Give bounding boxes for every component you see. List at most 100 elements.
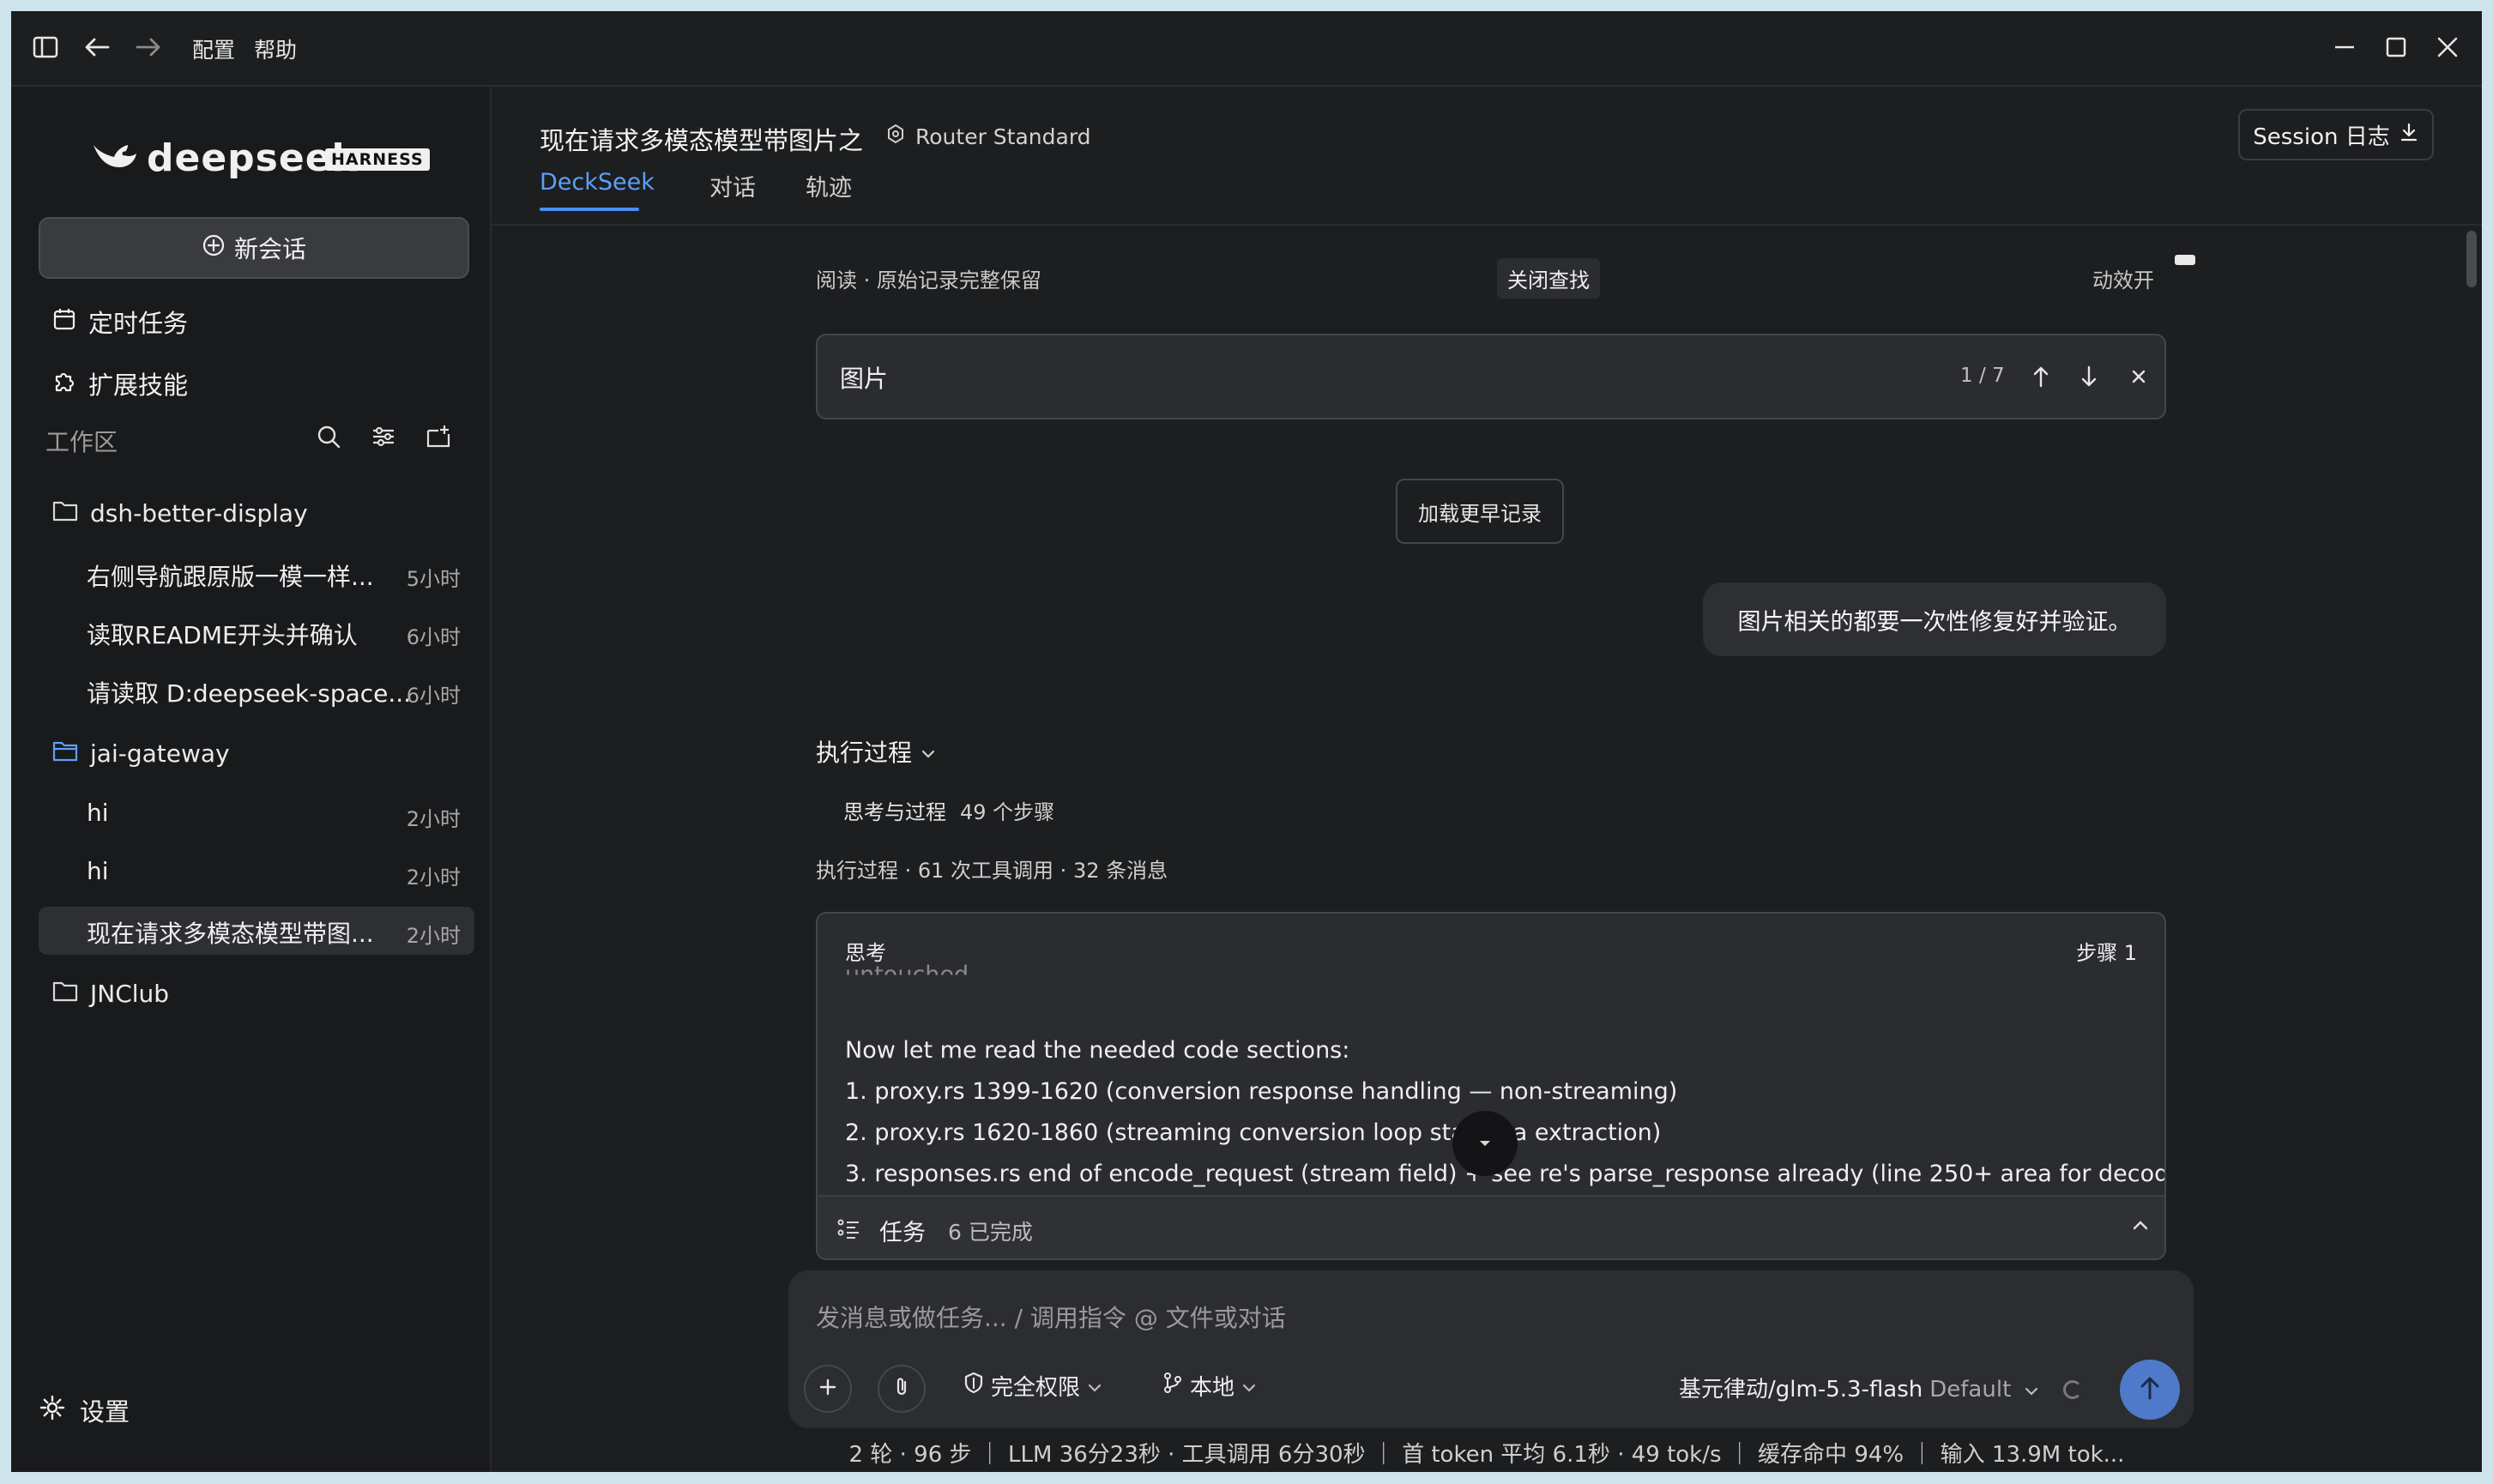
scrollbar-thumb[interactable]	[2466, 231, 2477, 287]
title-bar: 配置 帮助	[11, 11, 2482, 87]
session-item-active[interactable]: 现在请求多模态模型带图... 2小时	[39, 907, 474, 955]
arrow-up-icon[interactable]	[2024, 359, 2058, 394]
close-window-icon[interactable]	[2430, 30, 2465, 64]
thinking-card-label: 思考	[845, 941, 886, 965]
thinking-summary[interactable]: 思考与过程 49 个步骤	[843, 795, 1054, 825]
folder-name: jai-gateway	[90, 739, 230, 768]
back-arrow-icon[interactable]	[80, 30, 114, 64]
folder-open-icon	[52, 739, 78, 768]
user-message-bubble: 图片相关的都要一次性修复好并验证。	[1703, 582, 2166, 656]
forward-arrow-icon[interactable]	[131, 30, 166, 64]
task-list-icon	[836, 1216, 862, 1245]
session-title: 现在请求多模态模型带图...	[87, 920, 374, 948]
session-log-label: Session 日志	[2253, 124, 2390, 150]
message-composer: 完全权限 本地 基元律动/glm-5.3-flashDefault	[788, 1270, 2194, 1428]
new-chat-label: 新会话	[233, 235, 306, 263]
status-bar: 2 轮 · 96 步 ｜ LLM 36分23秒 · 工具调用 6分30秒 ｜ 首…	[848, 1442, 2125, 1468]
send-button[interactable]	[2120, 1360, 2180, 1420]
plus-circle-icon	[202, 233, 226, 263]
menu-help[interactable]: 帮助	[254, 33, 297, 64]
new-folder-icon[interactable]	[421, 419, 456, 454]
session-title: hi	[87, 857, 109, 885]
session-item[interactable]: 读取README开头并确认 6小时	[39, 608, 474, 656]
nav-skills[interactable]: 扩展技能	[52, 363, 188, 404]
execution-stats: 执行过程 · 61 次工具调用 · 32 条消息	[816, 859, 1168, 883]
plus-icon	[818, 1377, 838, 1401]
nav-skills-label: 扩展技能	[88, 371, 189, 400]
tasks-bar[interactable]: 任务 6 已完成	[818, 1195, 2164, 1258]
find-input[interactable]	[838, 359, 1888, 395]
whale-logo-icon	[90, 136, 138, 178]
find-match-count: 1 / 7	[1960, 365, 2005, 387]
folder-icon	[52, 980, 78, 1008]
faded-text: untouched.	[845, 962, 976, 988]
calendar-icon	[52, 307, 76, 337]
download-icon	[2399, 122, 2419, 148]
folder-icon	[52, 499, 78, 528]
session-time: 6小时	[406, 684, 461, 708]
folder-jnclub[interactable]: JNClub	[52, 974, 169, 1013]
model-name: 基元律动/glm-5.3-flash	[1679, 1377, 1923, 1403]
tab-deckseek[interactable]: DeckSeek	[540, 169, 655, 196]
brand-badge: HARNESS	[325, 148, 430, 171]
tab-trace[interactable]: 轨迹	[806, 169, 852, 202]
message-input[interactable]	[814, 1298, 2156, 1337]
attach-button[interactable]	[878, 1365, 926, 1413]
tab-dialogue[interactable]: 对话	[709, 169, 756, 202]
session-item[interactable]: 右侧导航跟原版一模一样... 5小时	[39, 550, 474, 598]
chevron-down-icon	[921, 738, 936, 766]
arrow-down-icon[interactable]	[2072, 359, 2106, 394]
maximize-icon[interactable]	[2379, 30, 2413, 64]
folder-name: JNClub	[90, 979, 170, 1008]
effects-toggle[interactable]	[2175, 255, 2195, 265]
session-time: 5小时	[406, 567, 461, 591]
header-divider	[492, 224, 2482, 226]
thinking-label: 思考与过程	[843, 800, 946, 824]
search-icon[interactable]	[311, 419, 346, 454]
new-chat-button[interactable]: 新会话	[39, 217, 469, 279]
session-time: 6小时	[406, 625, 461, 649]
thinking-line: 2. proxy.rs 1620-1860 (streaming convers…	[845, 1119, 1662, 1146]
permission-selector[interactable]: 完全权限	[963, 1370, 1102, 1402]
close-icon[interactable]	[2122, 359, 2156, 394]
thinking-steps: 49 个步骤	[960, 800, 1055, 824]
effects-label: 动效开	[2092, 268, 2154, 293]
model-selector[interactable]: 基元律动/glm-5.3-flash Default	[1679, 1372, 2039, 1403]
main-panel: 现在请求多模态模型带图片之 Router Standard DeckSeek 对…	[492, 87, 2482, 1472]
session-item[interactable]: hi 2小时	[39, 848, 474, 896]
router-badge[interactable]: Router Standard	[884, 123, 1091, 150]
add-button[interactable]	[804, 1365, 852, 1413]
app-window: 配置 帮助 deepseek HARNESS 新会话 定时任务 扩展技能 工作区…	[11, 11, 2482, 1472]
nav-scheduled-tasks[interactable]: 定时任务	[52, 301, 188, 342]
caret-down-icon	[1476, 1136, 1494, 1152]
session-time: 2小时	[406, 807, 461, 831]
settings-label: 设置	[80, 1397, 130, 1427]
folder-name: dsh-better-display	[90, 498, 308, 528]
filter-sliders-icon[interactable]	[366, 419, 401, 454]
load-earlier-button[interactable]: 加载更早记录	[1396, 479, 1564, 544]
sidebar-toggle-icon[interactable]	[28, 30, 63, 64]
active-tab-indicator	[540, 208, 639, 211]
scroll-to-bottom-button[interactable]	[1452, 1111, 1518, 1176]
session-item[interactable]: 请读取 D:deepseek-space... 6小时	[39, 667, 474, 715]
workspace-label: 工作区	[45, 428, 118, 456]
menu-config[interactable]: 配置	[192, 33, 235, 64]
minimize-icon[interactable]	[2327, 30, 2362, 64]
session-time: 2小时	[406, 866, 461, 890]
nav-scheduled-tasks-label: 定时任务	[88, 309, 189, 338]
loading-spinner-icon	[2063, 1380, 2082, 1399]
session-title: hi	[87, 799, 109, 827]
conversation-title: 现在请求多模态模型带图片之	[540, 126, 864, 155]
session-log-button[interactable]: Session 日志	[2238, 109, 2434, 160]
execution-section-toggle[interactable]: 执行过程	[816, 734, 936, 769]
router-icon	[884, 123, 907, 150]
reader-mode-text: 阅读 · 原始记录完整保留	[816, 268, 1041, 293]
location-selector[interactable]: 本地	[1162, 1370, 1257, 1402]
sidebar: deepseek HARNESS 新会话 定时任务 扩展技能 工作区 dsh-b…	[11, 87, 492, 1472]
close-find-button[interactable]: 关闭查找	[1497, 258, 1600, 299]
session-item[interactable]: hi 2小时	[39, 790, 474, 838]
folder-jai-gateway[interactable]: jai-gateway	[52, 733, 230, 773]
settings-button[interactable]: 设置	[39, 1392, 130, 1428]
folder-dsh-better-display[interactable]: dsh-better-display	[52, 493, 308, 533]
chevron-up-icon[interactable]	[2130, 1216, 2151, 1240]
